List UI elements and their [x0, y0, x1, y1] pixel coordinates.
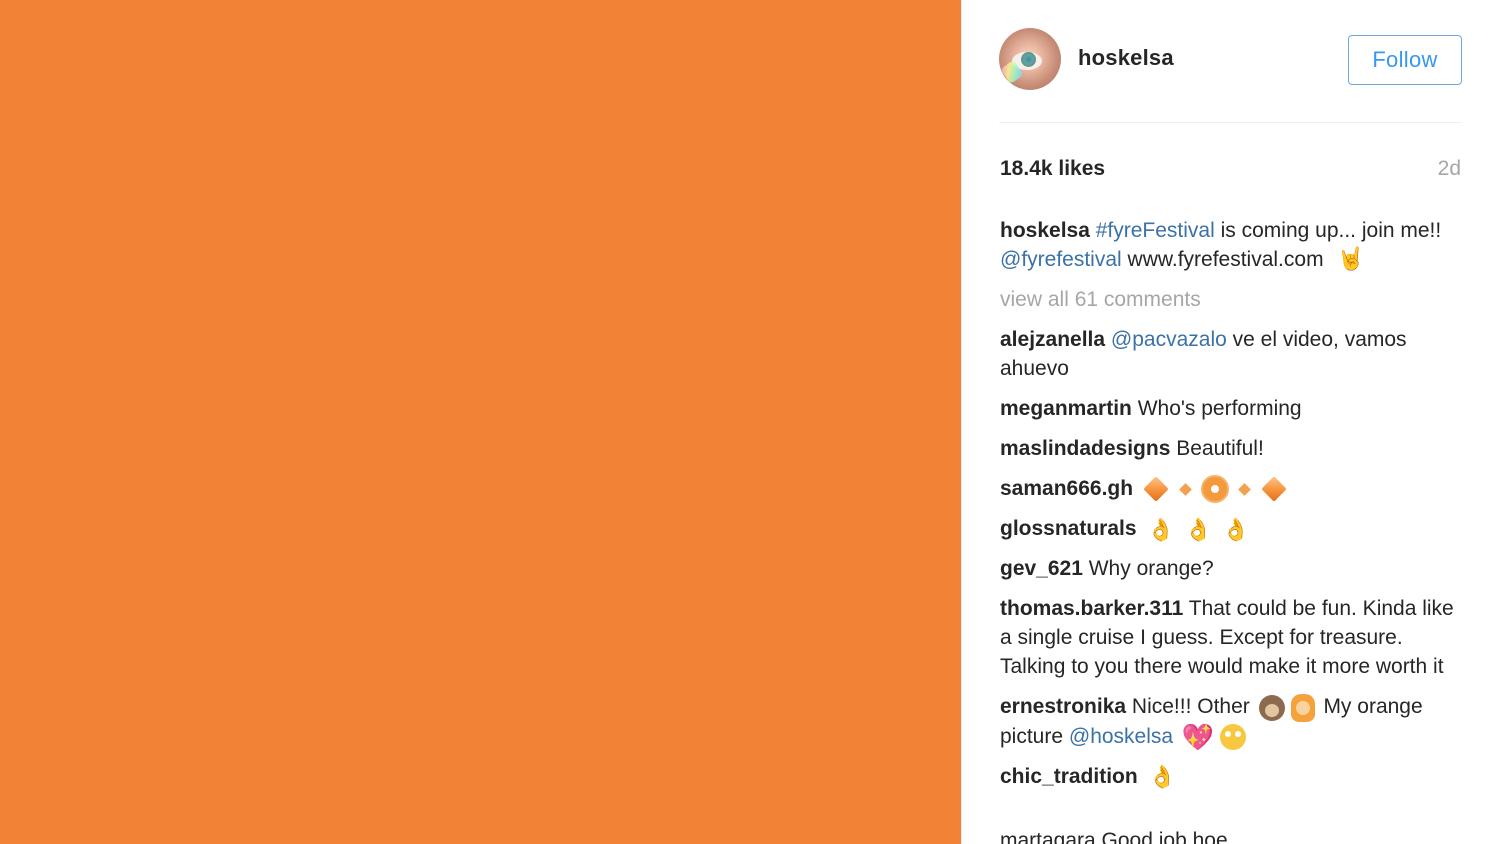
comment-username-link[interactable]: glossnaturals — [1000, 517, 1137, 540]
see-no-evil-monkey-icon — [1258, 694, 1285, 721]
comment-item: alejzanella @pacvazalo ve el video, vamo… — [1000, 325, 1466, 383]
ok-hand-icon: 👌 — [1147, 516, 1175, 542]
comments-section: hoskelsa #fyreFestival is coming up... j… — [1000, 216, 1466, 802]
post-side-panel: hoskelsa Follow 18.4k likes 2d hoskelsa … — [961, 0, 1499, 844]
caption-text: is coming up... join me!! — [1214, 219, 1442, 242]
ok-hand-icon: 👌 — [1222, 516, 1250, 542]
comment-username-link[interactable]: thomas.barker.311 — [1000, 597, 1183, 620]
flushed-face-icon — [1220, 724, 1247, 751]
post-image[interactable] — [0, 0, 961, 844]
follow-button[interactable]: Follow — [1348, 35, 1462, 85]
comment-item: gev_621 Why orange? — [1000, 554, 1466, 583]
small-orange-diamond-icon — [1238, 483, 1251, 496]
hashtag-link[interactable]: #fyreFestival — [1096, 219, 1215, 242]
comment-text: Nice!!! Other — [1126, 695, 1256, 719]
comment-item: ernestronika Nice!!! Other My orange pic… — [1000, 692, 1466, 753]
comment-item: meganmartin Who's performing — [1000, 394, 1466, 423]
comment-item: saman666.gh — [1000, 474, 1466, 504]
instagram-post-viewer: hoskelsa Follow 18.4k likes 2d hoskelsa … — [0, 0, 1499, 844]
mention-link[interactable]: @pacvazalo — [1111, 328, 1227, 351]
comment-username-link[interactable]: alejzanella — [1000, 328, 1105, 351]
avatar[interactable] — [999, 28, 1061, 90]
comment-text: Beautiful! — [1170, 437, 1264, 460]
woman-gesturing-icon — [1290, 693, 1315, 722]
comment-item: thomas.barker.311 That could be fun. Kin… — [1000, 594, 1466, 681]
post-header: hoskelsa Follow — [999, 28, 1462, 92]
comment-username-link[interactable]: chic_tradition — [1000, 765, 1138, 788]
author-username-link[interactable]: hoskelsa — [1078, 45, 1174, 71]
ok-hand-icon: 👌 — [1184, 516, 1213, 542]
mention-link[interactable]: @fyrefestival — [1000, 248, 1122, 271]
post-timestamp[interactable]: 2d — [1438, 157, 1461, 181]
ok-hand-icon: 👌 — [1148, 764, 1176, 790]
radioactive-icon — [1200, 475, 1229, 504]
comment-username-link[interactable]: ernestronika — [1000, 695, 1126, 718]
comment-item: maslindadesigns Beautiful! — [1000, 434, 1466, 463]
small-orange-diamond-icon — [1179, 483, 1192, 496]
horns-emoji-icon: 🤘 — [1337, 246, 1365, 271]
comment-text: Who's performing — [1131, 397, 1302, 420]
mention-link[interactable]: @hoskelsa — [1069, 725, 1173, 748]
view-all-comments-link[interactable]: view all 61 comments — [1000, 285, 1466, 314]
caption-url-text: www.fyrefestival.com — [1121, 248, 1330, 271]
caption-username-link[interactable]: hoskelsa — [1000, 219, 1090, 242]
comment-username-link[interactable]: gev_621 — [1000, 557, 1083, 580]
comment-username-link[interactable]: maslindadesigns — [1000, 437, 1170, 460]
comment-item: glossnaturals 👌 👌 👌 — [1000, 514, 1466, 543]
comment-text: Why orange? — [1082, 557, 1214, 581]
cut-off-comment: martagara Good job hoe — [1000, 829, 1228, 844]
sparkling-heart-icon: 💖 — [1181, 722, 1215, 753]
likes-count[interactable]: 18.4k likes — [1000, 157, 1105, 181]
header-divider — [999, 122, 1462, 123]
comment-username-link[interactable]: meganmartin — [1000, 397, 1132, 420]
large-orange-diamond-icon — [1261, 476, 1287, 503]
comment-username-link[interactable]: saman666.gh — [1000, 477, 1133, 500]
comment-item: chic_tradition 👌 — [1000, 762, 1466, 791]
avatar-iris — [1021, 52, 1036, 67]
caption: hoskelsa #fyreFestival is coming up... j… — [1000, 216, 1466, 274]
large-orange-diamond-icon — [1143, 476, 1169, 503]
